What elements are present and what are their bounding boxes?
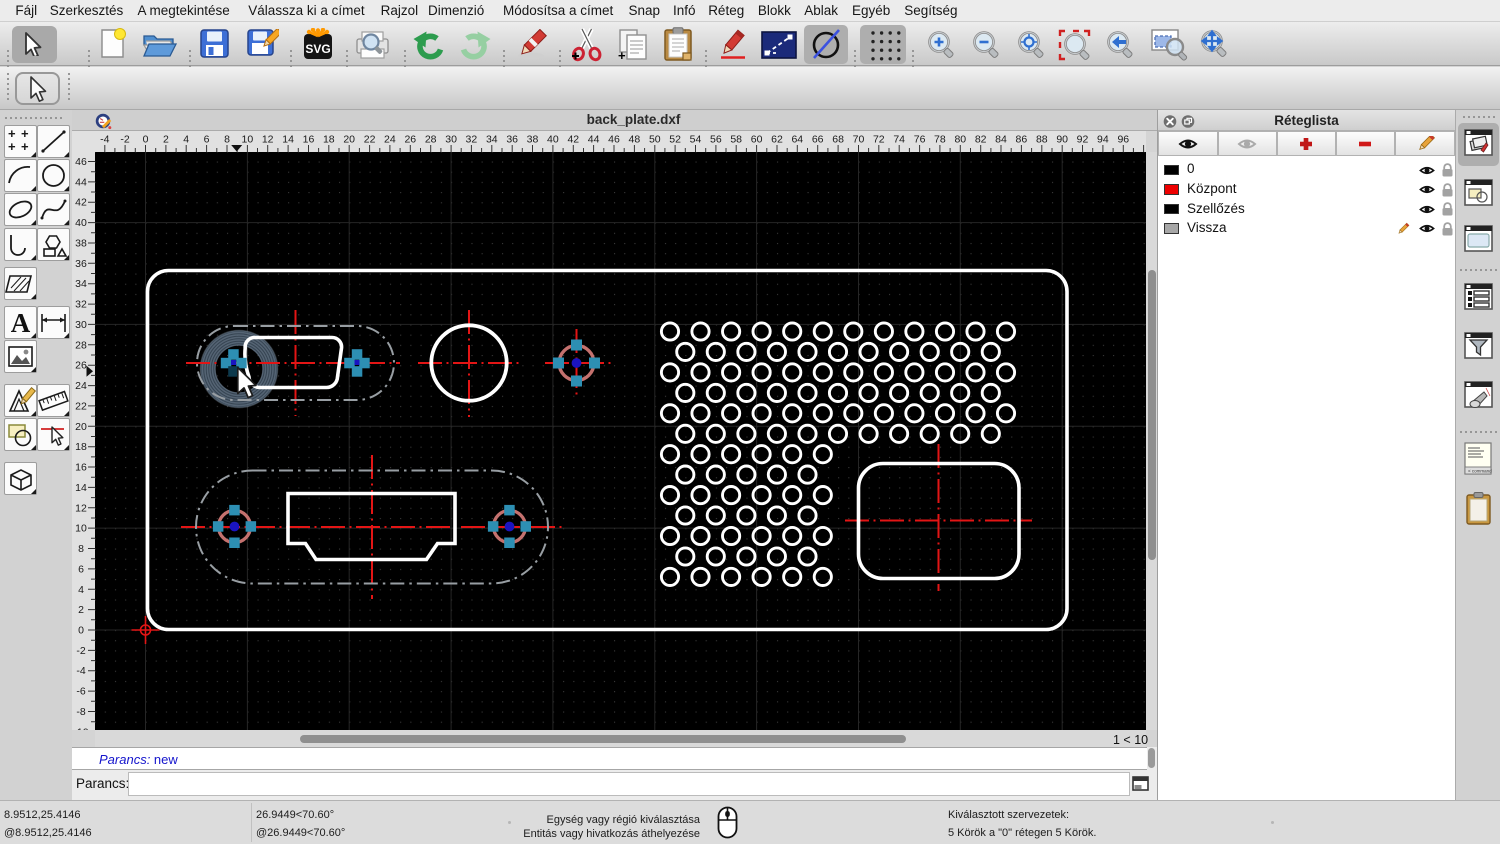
svg-text:82: 82 (975, 134, 987, 146)
svg-text:10: 10 (242, 134, 254, 146)
svg-text:38: 38 (75, 238, 87, 250)
svg-text:48: 48 (629, 134, 641, 146)
svg-text:20: 20 (75, 421, 87, 433)
svg-text:72: 72 (873, 134, 885, 146)
svg-text:20: 20 (343, 134, 355, 146)
svg-text:16: 16 (75, 462, 87, 474)
svg-text:24: 24 (384, 134, 396, 146)
svg-text:+: + (618, 48, 626, 61)
svg-text:34: 34 (75, 278, 87, 290)
svg-text:18: 18 (323, 134, 335, 146)
svg-text:46: 46 (75, 156, 87, 168)
svg-text:4: 4 (183, 134, 189, 146)
svg-text:34: 34 (486, 134, 498, 146)
svg-text:-4: -4 (76, 665, 85, 677)
svg-text:76: 76 (914, 134, 926, 146)
svg-text:74: 74 (893, 134, 905, 146)
svg-text:30: 30 (445, 134, 457, 146)
svg-text:+: + (8, 139, 16, 154)
svg-text:14: 14 (282, 134, 294, 146)
svg-text:50: 50 (649, 134, 661, 146)
svg-text:46: 46 (608, 134, 620, 146)
svg-text:32: 32 (466, 134, 478, 146)
svg-text:42: 42 (75, 197, 87, 209)
svg-text:36: 36 (506, 134, 518, 146)
svg-text:A: A (11, 308, 31, 338)
svg-text:96: 96 (1117, 134, 1129, 146)
svg-text:52: 52 (669, 134, 681, 146)
svg-text:14: 14 (75, 482, 87, 494)
svg-text:44: 44 (588, 134, 600, 146)
svg-text:4: 4 (78, 584, 84, 596)
svg-text:66: 66 (812, 134, 824, 146)
svg-text:30: 30 (75, 319, 87, 331)
svg-text:8: 8 (224, 134, 230, 146)
svg-text:68: 68 (832, 134, 844, 146)
svg-text:54: 54 (690, 134, 702, 146)
svg-text:2: 2 (163, 134, 169, 146)
svg-text:42: 42 (567, 134, 579, 146)
svg-text:80: 80 (954, 134, 966, 146)
svg-text:22: 22 (75, 400, 87, 412)
svg-text:78: 78 (934, 134, 946, 146)
svg-text:SVG: SVG (305, 42, 330, 56)
svg-text:2: 2 (78, 604, 84, 616)
svg-text:-10: -10 (73, 726, 88, 730)
svg-text:26: 26 (75, 360, 87, 372)
svg-text:32: 32 (75, 299, 87, 311)
svg-text:84: 84 (995, 134, 1007, 146)
svg-text:+: + (21, 139, 29, 154)
svg-text:26: 26 (404, 134, 416, 146)
svg-text:18: 18 (75, 441, 87, 453)
svg-text:-2: -2 (120, 134, 129, 146)
svg-text:8: 8 (78, 543, 84, 555)
svg-text:10: 10 (75, 523, 87, 535)
svg-text:40: 40 (547, 134, 559, 146)
svg-text:58: 58 (730, 134, 742, 146)
svg-text:-2: -2 (76, 645, 85, 657)
svg-text:40: 40 (75, 217, 87, 229)
svg-text:90: 90 (1056, 134, 1068, 146)
svg-text:0: 0 (143, 134, 149, 146)
svg-text:56: 56 (710, 134, 722, 146)
svg-text:12: 12 (262, 134, 274, 146)
svg-text:60: 60 (751, 134, 763, 146)
svg-text:88: 88 (1036, 134, 1048, 146)
svg-text:0: 0 (78, 625, 84, 637)
svg-text:36: 36 (75, 258, 87, 270)
svg-text:28: 28 (75, 339, 87, 351)
svg-text:12: 12 (75, 502, 87, 514)
svg-text:6: 6 (204, 134, 210, 146)
svg-text:-6: -6 (76, 686, 85, 698)
svg-text:92: 92 (1077, 134, 1089, 146)
svg-text:-4: -4 (100, 134, 109, 146)
svg-text:86: 86 (1016, 134, 1028, 146)
svg-text:16: 16 (303, 134, 315, 146)
svg-text:62: 62 (771, 134, 783, 146)
svg-text:38: 38 (527, 134, 539, 146)
svg-text:< command: < command (1468, 469, 1492, 474)
svg-text:22: 22 (364, 134, 376, 146)
svg-text:70: 70 (853, 134, 865, 146)
svg-text:94: 94 (1097, 134, 1109, 146)
svg-text:6: 6 (78, 563, 84, 575)
svg-text:44: 44 (75, 176, 87, 188)
svg-text:24: 24 (75, 380, 87, 392)
svg-text:28: 28 (425, 134, 437, 146)
svg-text:-8: -8 (76, 706, 85, 718)
svg-text:64: 64 (791, 134, 803, 146)
